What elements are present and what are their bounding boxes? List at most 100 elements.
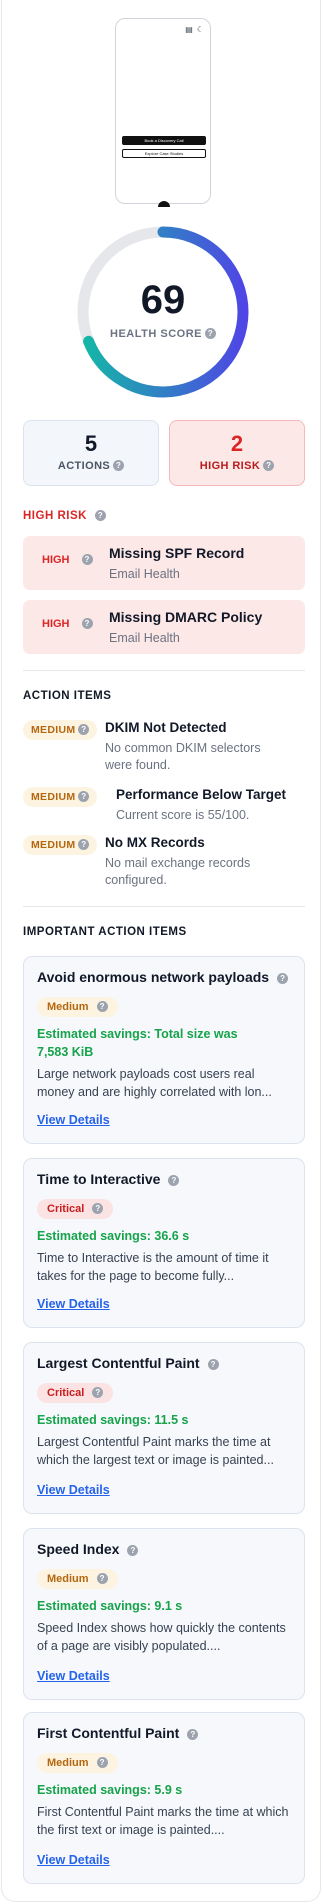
item-title-text: Avoid enormous network payloads xyxy=(37,969,270,985)
divider xyxy=(23,670,305,671)
item-title-text: Speed Index xyxy=(37,1541,120,1557)
health-score-value: 69 xyxy=(140,278,186,322)
preview-secondary-button: Explore Case Studies xyxy=(122,149,206,158)
help-icon[interactable]: ? xyxy=(92,1387,104,1398)
high-risk-section-title: HIGH RISK? xyxy=(23,510,106,522)
important-item-card: Speed Index? Medium? Estimated savings: … xyxy=(23,1528,305,1700)
severity-text: Critical xyxy=(47,1203,85,1215)
high-risk-count: 2 xyxy=(230,431,244,456)
action-desc-line: No common DKIM selectors xyxy=(105,741,261,755)
risk-tag-text: HIGH xyxy=(42,618,70,630)
help-icon[interactable]: ? xyxy=(96,1757,108,1768)
help-icon[interactable]: ? xyxy=(78,791,90,802)
priority-pill: MEDIUM? xyxy=(23,720,98,740)
action-desc-line: were found. xyxy=(105,758,171,772)
help-icon[interactable]: ? xyxy=(92,1203,104,1214)
item-title: Speed Index? xyxy=(37,1541,139,1557)
item-description: Largest Contentful Paint marks the time … xyxy=(37,1435,274,1467)
important-item-card: Time to Interactive? Critical? Estimated… xyxy=(23,1158,305,1328)
view-details-link[interactable]: View Details xyxy=(37,1669,110,1683)
preview-notch xyxy=(158,201,170,207)
help-icon[interactable]: ? xyxy=(78,839,90,850)
high-risk-label: HIGH RISK? xyxy=(170,460,304,472)
important-item-card: Avoid enormous network payloads? Medium?… xyxy=(23,956,305,1144)
view-details-link[interactable]: View Details xyxy=(37,1483,110,1497)
estimated-savings: Estimated savings: 9.1 s xyxy=(37,1599,183,1613)
divider xyxy=(23,906,305,907)
severity-badge: Medium? xyxy=(37,1753,118,1773)
risk-tag: HIGH? xyxy=(42,554,93,566)
savings-line: 7,583 KiB xyxy=(37,1045,94,1059)
severity-text: Medium xyxy=(47,1001,89,1013)
action-item[interactable]: MEDIUM? Performance Below Target Current… xyxy=(23,785,305,823)
estimated-savings: Estimated savings: Total size was 7,583 K… xyxy=(37,1025,287,1061)
actions-label: ACTIONS? xyxy=(24,460,158,472)
view-details-link[interactable]: View Details xyxy=(37,1113,110,1127)
priority-text: MEDIUM xyxy=(31,839,76,851)
severity-text: Medium xyxy=(47,1573,89,1585)
item-description: First Contentful Paint marks the time at… xyxy=(37,1805,289,1837)
preview-primary-button: Book a Discovery Call xyxy=(122,136,206,145)
help-icon[interactable]: ? xyxy=(207,1359,219,1370)
action-item[interactable]: MEDIUM? DKIM Not Detected No common DKIM… xyxy=(23,718,305,774)
view-details-link[interactable]: View Details xyxy=(37,1297,110,1311)
severity-badge: Critical? xyxy=(37,1383,114,1403)
high-risk-item[interactable]: HIGH? Missing DMARC Policy Email Health xyxy=(23,600,305,654)
health-score-label: HEALTH SCORE? xyxy=(73,328,253,340)
help-icon[interactable]: ? xyxy=(81,618,93,629)
action-desc: Current score is 55/100. xyxy=(116,808,250,822)
severity-badge: Critical? xyxy=(37,1199,114,1219)
mobile-preview: ▤ ☾ Book a Discovery Call Explore Case S… xyxy=(115,18,211,207)
item-description: Speed Index shows how quickly the conten… xyxy=(37,1621,286,1653)
help-icon[interactable]: ? xyxy=(78,724,90,735)
report-panel: ▤ ☾ Book a Discovery Call Explore Case S… xyxy=(1,0,321,1902)
risk-tag: HIGH? xyxy=(42,618,93,630)
important-item-card: Largest Contentful Paint? Critical? Esti… xyxy=(23,1342,305,1514)
item-title-text: Largest Contentful Paint xyxy=(37,1355,200,1371)
high-risk-item[interactable]: HIGH? Missing SPF Record Email Health xyxy=(23,536,305,590)
risk-title: Missing SPF Record xyxy=(109,545,245,561)
help-icon[interactable]: ? xyxy=(187,1729,199,1740)
help-icon[interactable]: ? xyxy=(113,460,125,471)
help-icon[interactable]: ? xyxy=(263,460,275,471)
help-icon[interactable]: ? xyxy=(81,554,93,565)
action-item[interactable]: MEDIUM? No MX Records No mail exchange r… xyxy=(23,833,305,889)
actions-count: 5 xyxy=(84,431,98,456)
item-description: Time to Interactive is the amount of tim… xyxy=(37,1251,269,1283)
help-icon[interactable]: ? xyxy=(96,1001,108,1012)
item-description: Large network payloads cost users real m… xyxy=(37,1067,272,1099)
action-title: Performance Below Target xyxy=(116,787,287,802)
help-icon[interactable]: ? xyxy=(168,1175,180,1186)
high-risk-stat-card: 2 HIGH RISK? xyxy=(169,420,305,486)
severity-text: Critical xyxy=(47,1387,85,1399)
important-item-card: First Contentful Paint? Medium? Estimate… xyxy=(23,1712,305,1884)
severity-badge: Medium? xyxy=(37,997,118,1017)
priority-text: MEDIUM xyxy=(31,791,76,803)
menu-icon: ▤ xyxy=(185,25,193,34)
priority-pill: MEDIUM? xyxy=(23,835,98,855)
action-desc: No mail exchange records configured. xyxy=(105,855,250,889)
savings-line: Estimated savings: Total size was xyxy=(37,1027,238,1041)
item-title-text: Time to Interactive xyxy=(37,1171,161,1187)
priority-text: MEDIUM xyxy=(31,724,76,736)
estimated-savings: Estimated savings: 36.6 s xyxy=(37,1229,190,1243)
action-title: DKIM Not Detected xyxy=(105,720,227,735)
help-icon[interactable]: ? xyxy=(204,328,216,339)
risk-category: Email Health xyxy=(109,631,180,645)
actions-label-text: ACTIONS xyxy=(57,460,111,472)
help-icon[interactable]: ? xyxy=(96,1573,108,1584)
action-desc: No common DKIM selectors were found. xyxy=(105,740,261,774)
view-details-link[interactable]: View Details xyxy=(37,1853,110,1867)
help-icon[interactable]: ? xyxy=(277,973,289,984)
actions-stat-card: 5 ACTIONS? xyxy=(23,420,159,486)
estimated-savings: Estimated savings: 5.9 s xyxy=(37,1783,183,1797)
health-score-label-text: HEALTH SCORE xyxy=(110,328,202,340)
help-icon[interactable]: ? xyxy=(94,510,106,521)
action-desc-line: No mail exchange records xyxy=(105,856,251,870)
severity-text: Medium xyxy=(47,1757,89,1769)
risk-category: Email Health xyxy=(109,567,180,581)
help-icon[interactable]: ? xyxy=(127,1545,139,1556)
item-title: Avoid enormous network payloads? xyxy=(37,969,289,985)
item-title: Time to Interactive? xyxy=(37,1171,180,1187)
estimated-savings: Estimated savings: 11.5 s xyxy=(37,1413,189,1427)
